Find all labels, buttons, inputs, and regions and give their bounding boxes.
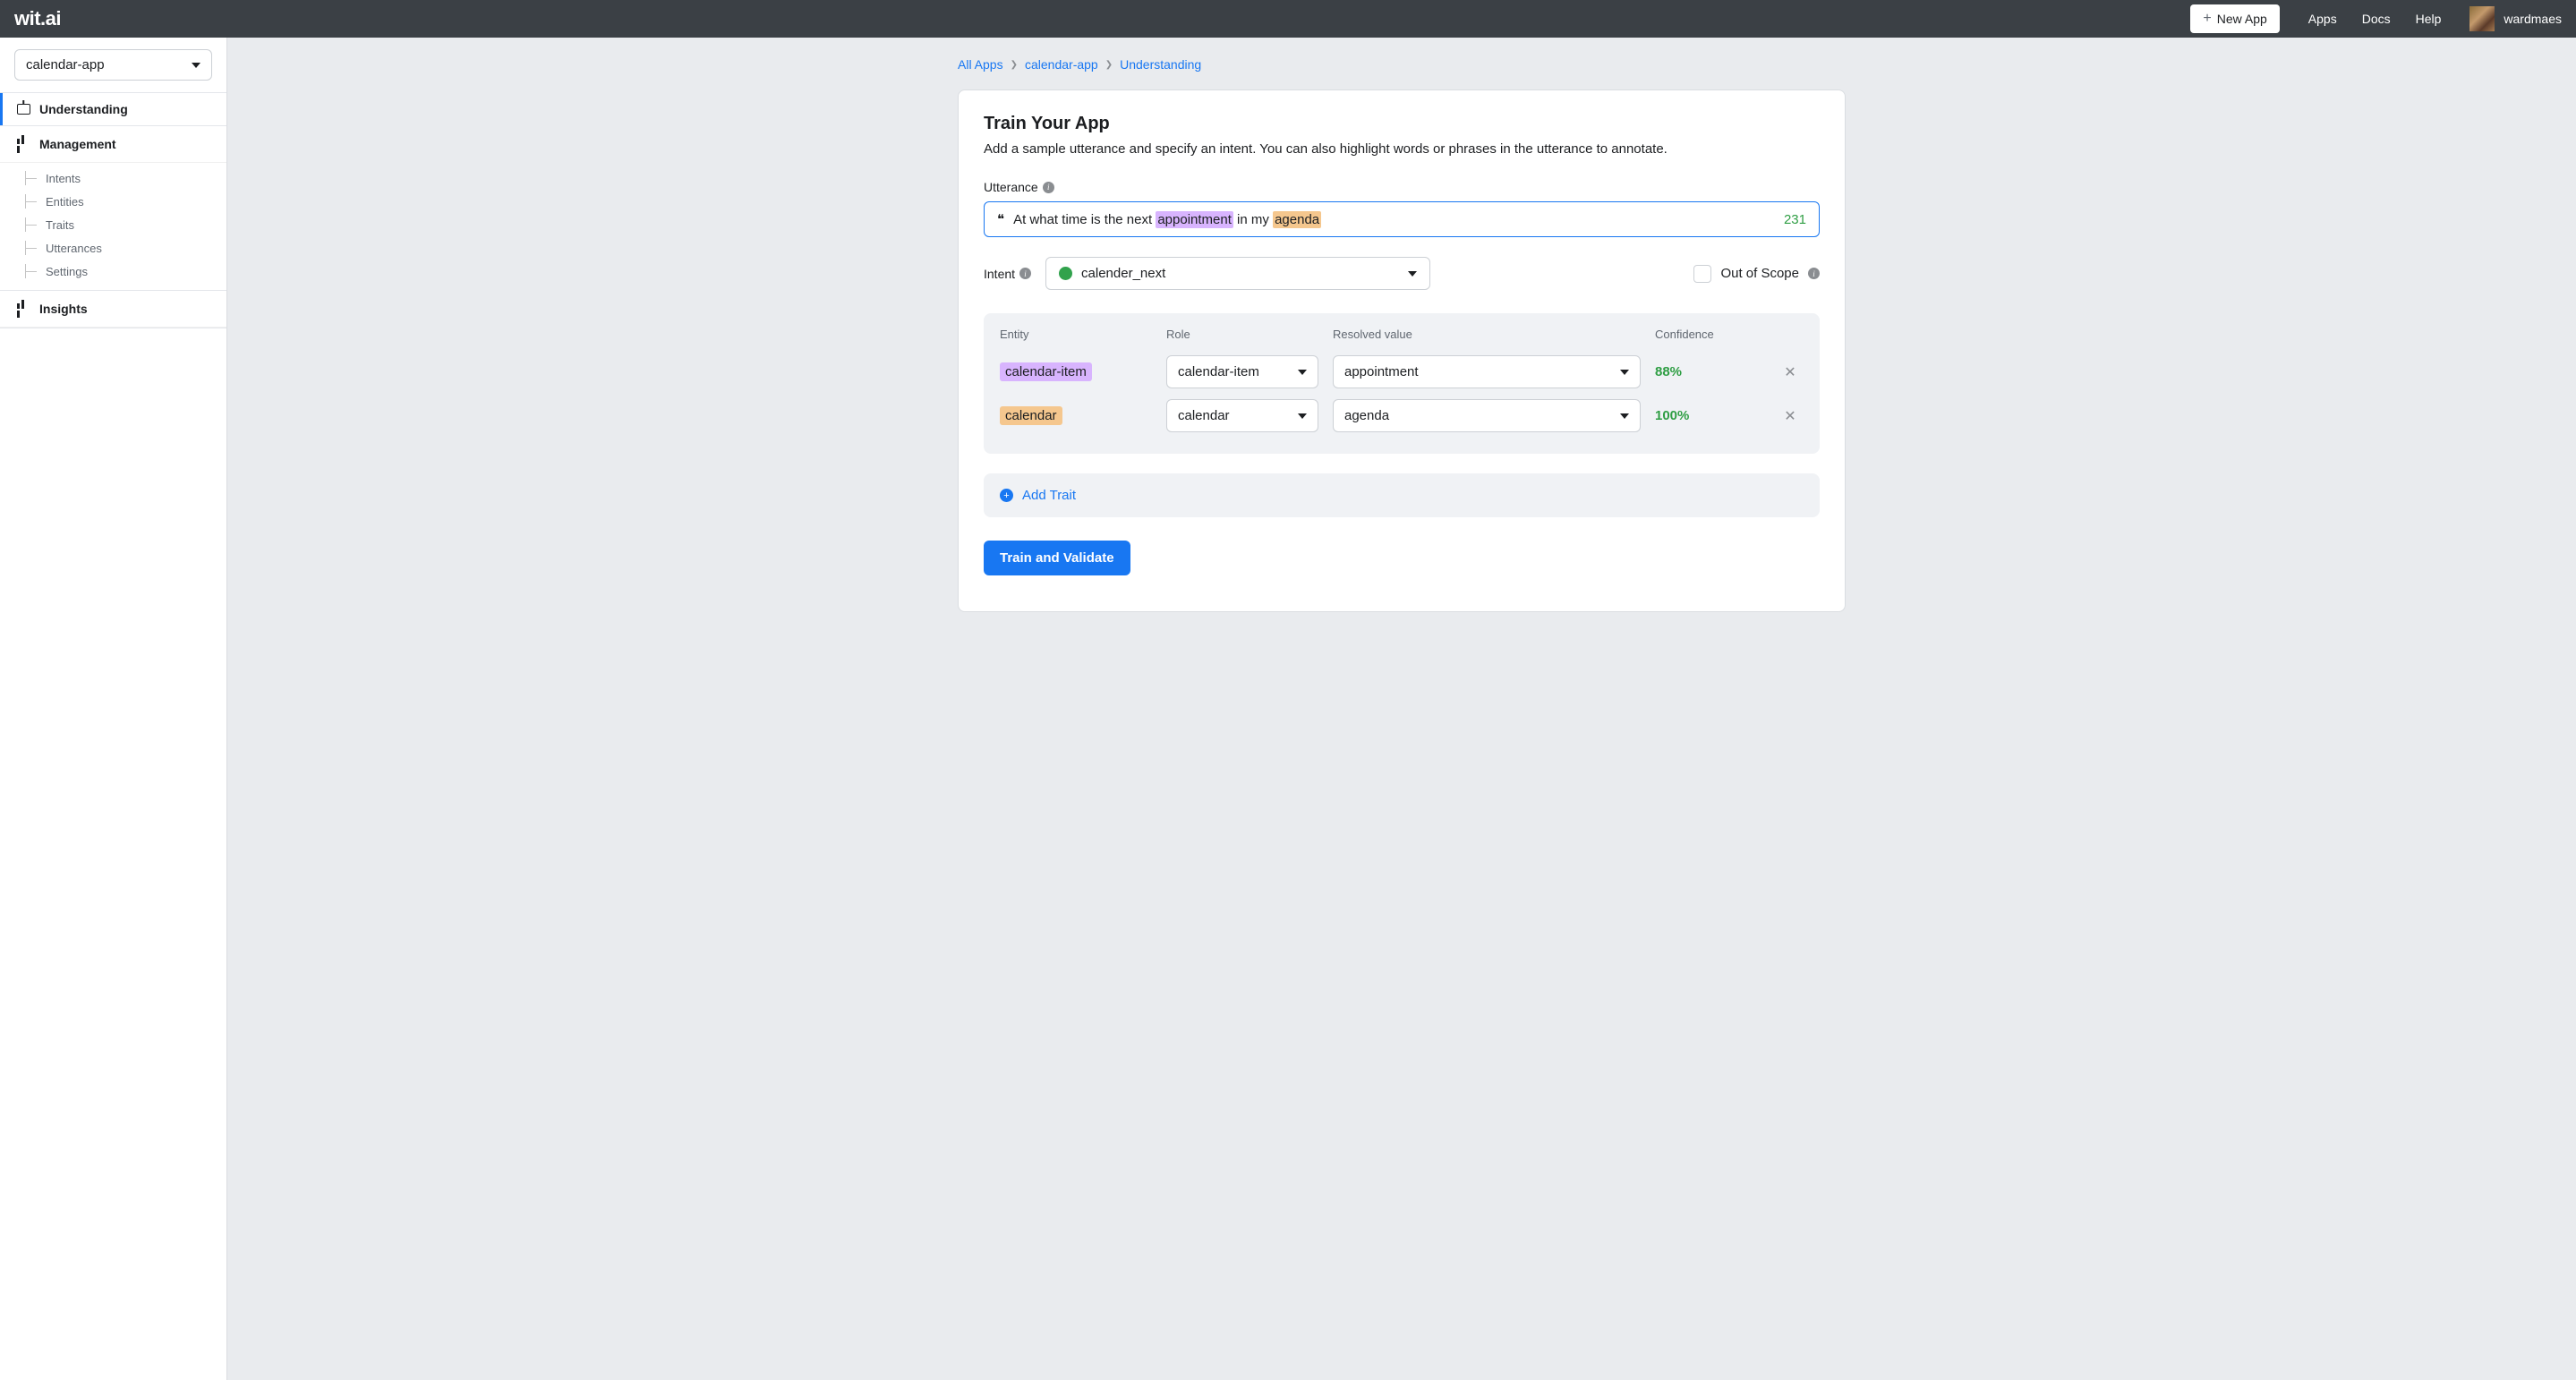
intent-select[interactable]: calender_next	[1045, 257, 1430, 290]
entity-chip[interactable]: calendar	[1000, 406, 1062, 425]
entity-row: calendar calendar agenda 100% ✕	[1000, 394, 1804, 438]
plus-icon: +	[2203, 11, 2211, 27]
breadcrumb-all-apps[interactable]: All Apps	[958, 57, 1003, 72]
info-icon[interactable]: i	[1019, 268, 1031, 279]
chevron-down-icon	[192, 63, 200, 68]
intent-value: calender_next	[1081, 266, 1165, 281]
avatar[interactable]	[2469, 6, 2495, 31]
resolved-select[interactable]: appointment	[1333, 355, 1641, 388]
entity-row: calendar-item calendar-item appointment …	[1000, 350, 1804, 394]
add-trait-button[interactable]: + Add Trait	[1000, 488, 1804, 503]
status-dot-icon	[1059, 267, 1072, 280]
resolved-select[interactable]: agenda	[1333, 399, 1641, 432]
out-of-scope-label: Out of Scope	[1720, 266, 1799, 281]
new-app-button[interactable]: + New App	[2190, 4, 2279, 33]
chevron-down-icon	[1620, 413, 1629, 419]
app-selector-value: calendar-app	[26, 57, 105, 72]
page-title: Train Your App	[984, 114, 1820, 134]
sidebar-item-management[interactable]: Management	[0, 126, 226, 163]
breadcrumb: All Apps ❯ calendar-app ❯ Understanding	[958, 57, 1846, 72]
sidebar-item-label: Understanding	[39, 102, 128, 116]
confidence-value: 100%	[1655, 408, 1762, 423]
info-icon[interactable]: i	[1043, 182, 1054, 193]
management-submenu: Intents Entities Traits Utterances Setti…	[0, 163, 226, 290]
sidebar-sub-utterances[interactable]: Utterances	[25, 236, 226, 260]
username: wardmaes	[2503, 12, 2562, 26]
trait-panel: + Add Trait	[984, 473, 1820, 517]
sidebar-item-insights[interactable]: Insights	[0, 291, 226, 328]
app-selector[interactable]: calendar-app	[14, 49, 212, 81]
logo: wit.ai	[14, 7, 61, 30]
col-resolved: Resolved value	[1333, 328, 1641, 341]
remove-entity-button[interactable]: ✕	[1777, 363, 1804, 381]
train-card: Train Your App Add a sample utterance an…	[958, 89, 1846, 612]
topbar: wit.ai + New App Apps Docs Help wardmaes	[0, 0, 2576, 38]
entity-chip[interactable]: calendar-item	[1000, 362, 1092, 381]
char-count: 231	[1784, 212, 1806, 227]
nav-apps[interactable]: Apps	[2308, 12, 2337, 26]
page-subtitle: Add a sample utterance and specify an in…	[984, 141, 1820, 157]
sidebar-item-label: Management	[39, 137, 116, 151]
quote-icon: ❝	[997, 211, 1004, 227]
bars-icon	[16, 300, 30, 318]
highlight-entity-1[interactable]: appointment	[1156, 211, 1233, 228]
role-select[interactable]: calendar-item	[1166, 355, 1318, 388]
utterance-text[interactable]: At what time is the next appointment in …	[1013, 212, 1775, 227]
out-of-scope-checkbox[interactable]	[1693, 265, 1711, 283]
sidebar: calendar-app Understanding Management In…	[0, 38, 227, 1380]
chevron-down-icon	[1620, 370, 1629, 375]
chevron-down-icon	[1408, 271, 1417, 277]
info-icon[interactable]: i	[1808, 268, 1820, 279]
plus-circle-icon: +	[1000, 489, 1013, 502]
col-entity: Entity	[1000, 328, 1152, 341]
col-role: Role	[1166, 328, 1318, 341]
chevron-right-icon: ❯	[1011, 60, 1018, 70]
chevron-right-icon: ❯	[1105, 60, 1113, 70]
train-validate-button[interactable]: Train and Validate	[984, 541, 1130, 575]
sidebar-item-understanding[interactable]: Understanding	[0, 93, 226, 125]
nav-docs[interactable]: Docs	[2362, 12, 2391, 26]
chevron-down-icon	[1298, 413, 1307, 419]
robot-icon	[16, 104, 30, 115]
bars-icon	[16, 135, 30, 153]
utterance-input[interactable]: ❝ At what time is the next appointment i…	[984, 201, 1820, 237]
sidebar-sub-entities[interactable]: Entities	[25, 190, 226, 213]
sidebar-sub-intents[interactable]: Intents	[25, 166, 226, 190]
highlight-entity-2[interactable]: agenda	[1273, 211, 1321, 228]
intent-label: Intent i	[984, 267, 1031, 281]
sidebar-sub-traits[interactable]: Traits	[25, 213, 226, 236]
sidebar-item-label: Insights	[39, 302, 88, 316]
breadcrumb-app[interactable]: calendar-app	[1025, 57, 1098, 72]
confidence-value: 88%	[1655, 364, 1762, 379]
main: All Apps ❯ calendar-app ❯ Understanding …	[227, 38, 2576, 1380]
role-select[interactable]: calendar	[1166, 399, 1318, 432]
col-confidence: Confidence	[1655, 328, 1762, 341]
new-app-label: New App	[2217, 12, 2267, 26]
nav-help[interactable]: Help	[2416, 12, 2442, 26]
breadcrumb-page[interactable]: Understanding	[1120, 57, 1201, 72]
utterance-label: Utterance i	[984, 180, 1820, 194]
entity-panel: Entity Role Resolved value Confidence ca…	[984, 313, 1820, 454]
sidebar-sub-settings[interactable]: Settings	[25, 260, 226, 283]
chevron-down-icon	[1298, 370, 1307, 375]
remove-entity-button[interactable]: ✕	[1777, 407, 1804, 425]
